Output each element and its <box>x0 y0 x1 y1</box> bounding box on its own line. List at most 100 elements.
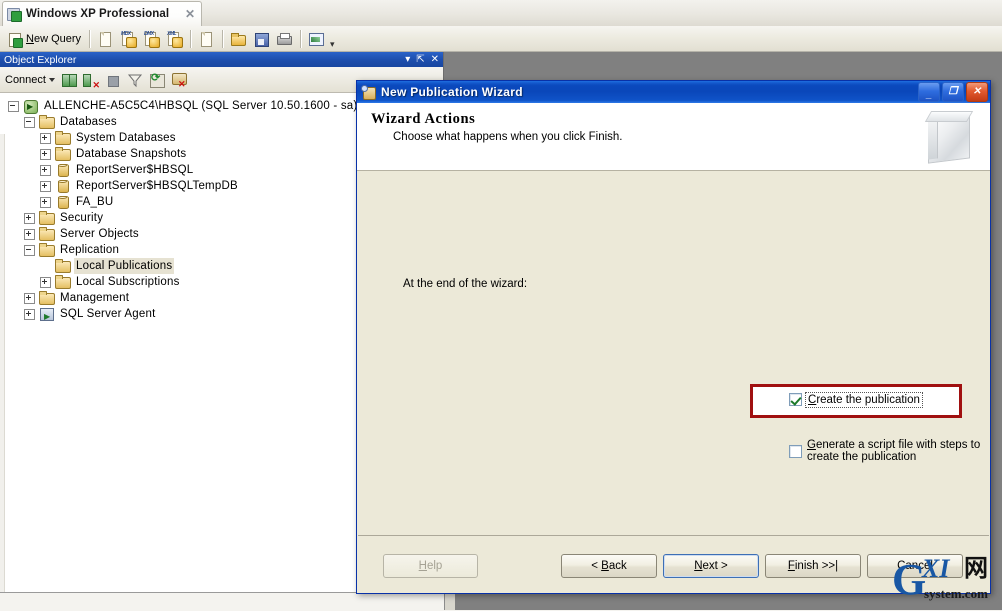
expand-icon[interactable] <box>23 292 36 305</box>
save-button[interactable] <box>250 28 272 50</box>
tree-item-label: Management <box>60 292 130 304</box>
blank-file-icon <box>198 31 214 47</box>
wizard-icon <box>361 84 376 100</box>
new-publication-wizard-dialog: New Publication Wizard _ ❐ ✕ Wizard Acti… <box>356 80 991 594</box>
tree-item-label: SQL Server Agent <box>60 308 156 320</box>
printer-icon <box>276 31 293 47</box>
tree-item-label: Database Snapshots <box>76 148 187 160</box>
expand-icon[interactable] <box>23 212 36 225</box>
close-icon[interactable]: ✕ <box>431 54 439 65</box>
refresh-icon[interactable] <box>147 70 167 90</box>
new-xmla-query-button[interactable]: XML <box>163 28 185 50</box>
close-icon[interactable]: ✕ <box>183 8 197 20</box>
chart-button[interactable] <box>305 28 327 50</box>
document-tab-strip: Windows XP Professional ✕ <box>0 0 1002 27</box>
xmla-query-icon: XML <box>166 31 184 48</box>
maximize-button[interactable]: ❐ <box>942 82 964 102</box>
new-query-button[interactable]: New Query <box>4 28 84 50</box>
print-button[interactable] <box>273 28 295 50</box>
generate-script-checkbox[interactable] <box>789 444 802 458</box>
new-dmx-query-button[interactable]: DMX <box>140 28 162 50</box>
disconnect-icon[interactable] <box>81 70 101 90</box>
watermark-cn: 网 <box>964 554 988 582</box>
tree-left-edge <box>0 134 5 592</box>
dialog-title: New Publication Wizard <box>381 85 523 99</box>
toolbar-separator <box>89 29 91 48</box>
stop-icon[interactable] <box>103 70 123 90</box>
new-file-icon <box>97 31 113 47</box>
dialog-body: At the end of the wizard: Create the pub… <box>358 172 989 535</box>
tree-item-label: ReportServer$HBSQLTempDB <box>76 180 238 192</box>
tree-item-label: Databases <box>60 116 117 128</box>
toolbar-separator <box>190 29 192 48</box>
toolbar-separator <box>300 29 302 48</box>
document-tab-windows-xp-professional[interactable]: Windows XP Professional ✕ <box>2 1 202 26</box>
tree-item-label: ReportServer$HBSQL <box>76 164 194 176</box>
object-explorer-title: Object Explorer <box>4 53 77 66</box>
watermark: G XI 网 system.com <box>892 552 1000 608</box>
toolbar-separator <box>222 29 224 48</box>
close-button[interactable]: ✕ <box>966 82 988 102</box>
new-query-icon <box>7 31 23 48</box>
create-publication-checkbox[interactable] <box>789 393 802 406</box>
folder-icon <box>54 131 71 145</box>
new-query-label: New Query <box>26 32 82 45</box>
new-file-button[interactable] <box>94 28 116 50</box>
open-folder-icon <box>230 31 247 47</box>
collapse-icon[interactable] <box>23 244 36 257</box>
folder-icon <box>38 115 55 129</box>
generate-script-checkbox-row[interactable]: Generate a script file with steps to cre… <box>789 439 989 463</box>
next-button[interactable]: Next > <box>663 554 759 578</box>
expand-icon[interactable] <box>23 228 36 241</box>
tree-item-label: System Databases <box>76 132 176 144</box>
ssms-window: Windows XP Professional ✕ New Query MDX … <box>0 0 1002 611</box>
tree-item-label: Server Objects <box>60 228 139 240</box>
collapse-icon[interactable] <box>23 116 36 129</box>
pin-icon[interactable]: ⇱ <box>416 54 424 65</box>
create-publication-label: Create the publication <box>805 391 923 408</box>
expand-icon[interactable] <box>39 196 52 209</box>
connect-button[interactable]: Connect <box>5 74 55 86</box>
generate-script-label: Generate a script file with steps to cre… <box>807 439 981 463</box>
connect-icon[interactable] <box>59 70 79 90</box>
folder-icon <box>38 243 55 257</box>
folder-icon <box>54 259 71 273</box>
database-icon <box>54 163 71 177</box>
minimize-button[interactable]: _ <box>918 82 940 102</box>
server-icon <box>22 99 39 115</box>
folder-icon <box>38 227 55 241</box>
floppy-disk-icon <box>253 31 270 47</box>
expand-icon[interactable] <box>39 276 52 289</box>
dialog-titlebar[interactable]: New Publication Wizard _ ❐ ✕ <box>357 81 990 103</box>
tree-item-label: Local Publications <box>74 258 175 274</box>
collapse-icon[interactable] <box>7 100 20 113</box>
expand-icon[interactable] <box>39 148 52 161</box>
expand-icon[interactable] <box>39 180 52 193</box>
help-button[interactable]: Help <box>383 554 478 578</box>
tree-item-label: Replication <box>60 244 120 256</box>
mdf-query-icon: MDX <box>120 31 138 48</box>
new-mdf-query-button[interactable]: MDX <box>117 28 139 50</box>
back-button[interactable]: < Back <box>561 554 657 578</box>
wizard-book-icon <box>924 109 980 167</box>
new-blank-file-button[interactable] <box>195 28 217 50</box>
report-icon[interactable] <box>169 70 189 90</box>
main-toolbar: New Query MDX DMX XML ▾ <box>0 26 1002 52</box>
filter-icon[interactable] <box>125 70 145 90</box>
expand-icon[interactable] <box>23 308 36 321</box>
watermark-domain: system.com <box>924 586 988 601</box>
open-file-button[interactable] <box>227 28 249 50</box>
tree-item-label: ALLENCHE-A5C5C4\HBSQL (SQL Server 10.50.… <box>44 100 358 112</box>
tree-item-label: Security <box>60 212 104 224</box>
create-publication-checkbox-row[interactable]: Create the publication <box>789 391 923 408</box>
dropdown-icon[interactable]: ▾ <box>405 54 410 65</box>
dialog-heading: Wizard Actions <box>371 111 476 127</box>
expand-icon[interactable] <box>39 132 52 145</box>
toolbar-overflow-icon[interactable]: ▾ <box>330 39 335 50</box>
finish-button[interactable]: Finish >>| <box>765 554 861 578</box>
folder-icon <box>54 275 71 289</box>
chart-icon <box>308 31 325 47</box>
tree-item-label: FA_BU <box>76 196 114 208</box>
expand-icon[interactable] <box>39 164 52 177</box>
